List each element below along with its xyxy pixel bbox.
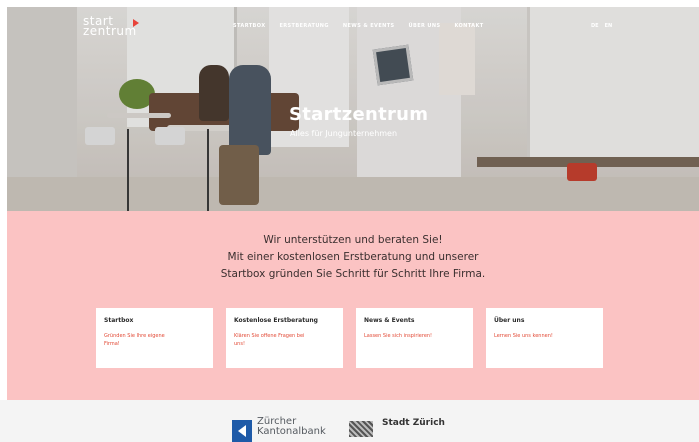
card-news-events[interactable]: News & Events Lassen Sie sich inspiriere… <box>356 308 473 368</box>
card-link[interactable]: Lassen Sie sich inspirieren! <box>364 332 439 340</box>
stadt-zuerich-logo-text[interactable]: Stadt Zürich <box>382 418 445 428</box>
hero-subtitle: Alles für Jungunternehmen <box>290 129 398 138</box>
card-title: Kostenlose Erstberatung <box>234 317 318 324</box>
sponsor-footer: Zürcher Kantonalbank Stadt Zürich <box>0 400 699 442</box>
logo-play-mark-icon <box>133 19 139 27</box>
zkb-line-2: Kantonalbank <box>257 426 326 437</box>
nav-item-kontakt[interactable]: KONTAKT <box>454 23 483 29</box>
card-link[interactable]: Gründen Sie Ihre eigene Firma! <box>104 332 179 348</box>
intro-line-2: Mit einer kostenlosen Erstberatung und u… <box>227 251 479 263</box>
intro-line-3: Startbox gründen Sie Schritt für Schritt… <box>220 268 486 280</box>
site-logo[interactable]: start zentrum <box>83 15 139 38</box>
main-navigation: STARTBOX ERSTBERATUNG NEWS & EVENTS ÜBER… <box>233 23 484 29</box>
nav-item-erstberatung[interactable]: ERSTBERATUNG <box>279 23 328 29</box>
stadt-zuerich-logo-icon[interactable] <box>349 421 373 437</box>
card-erstberatung[interactable]: Kostenlose Erstberatung Klären Sie offen… <box>226 308 343 368</box>
card-title: Startbox <box>104 317 134 324</box>
zkb-logo-text[interactable]: Zürcher Kantonalbank <box>257 417 326 437</box>
card-ueber-uns[interactable]: Über uns Lernen Sie uns kennen! <box>486 308 603 368</box>
card-title: Über uns <box>494 317 525 324</box>
language-switcher: DE EN <box>591 23 612 29</box>
hero-banner: start zentrum STARTBOX ERSTBERATUNG NEWS… <box>7 7 699 211</box>
intro-section: Wir unterstützen und beraten Sie! Mit ei… <box>7 211 699 400</box>
intro-line-1: Wir unterstützen und beraten Sie! <box>263 234 443 246</box>
logo-line-2: zentrum <box>83 24 137 38</box>
language-en[interactable]: EN <box>605 23 613 29</box>
nav-item-ueber-uns[interactable]: ÜBER UNS <box>409 23 441 29</box>
language-de[interactable]: DE <box>591 23 599 29</box>
nav-item-startbox[interactable]: STARTBOX <box>233 23 265 29</box>
card-link[interactable]: Lernen Sie uns kennen! <box>494 332 569 340</box>
card-link[interactable]: Klären Sie offene Fragen bei uns! <box>234 332 309 348</box>
hero-title: Startzentrum <box>289 104 429 125</box>
nav-item-news-events[interactable]: NEWS & EVENTS <box>343 23 395 29</box>
teaser-cards: Startbox Gründen Sie Ihre eigene Firma! … <box>96 308 603 368</box>
card-title: News & Events <box>364 317 415 324</box>
intro-text: Wir unterstützen und beraten Sie! Mit ei… <box>7 232 699 283</box>
zkb-logo-icon[interactable] <box>232 420 252 442</box>
card-startbox[interactable]: Startbox Gründen Sie Ihre eigene Firma! <box>96 308 213 368</box>
